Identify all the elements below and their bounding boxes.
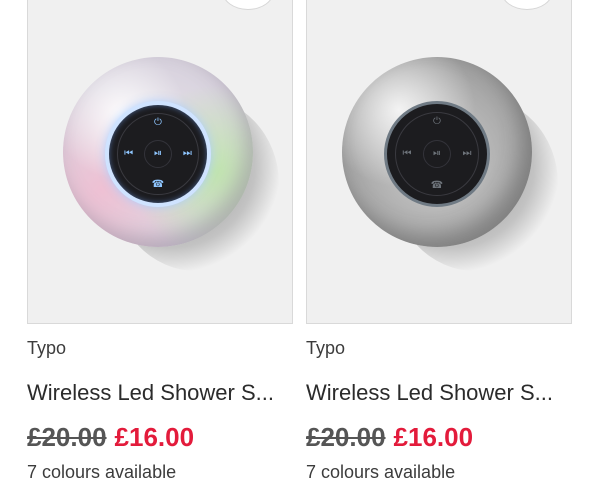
original-price: £20.00: [306, 422, 386, 452]
wishlist-button[interactable]: [222, 0, 274, 10]
speaker-silver: ⏻ ⏮ ⏯ ⏭ ☎: [342, 57, 532, 247]
call-icon: ☎: [430, 180, 444, 191]
product-name[interactable]: Wireless Led Shower S...: [306, 380, 572, 406]
product-brand: Typo: [306, 338, 346, 358]
product-card[interactable]: ⏻ ⏮ ⏯ ⏭ ☎ Typo Wireless Led Shower S... …: [27, 0, 293, 482]
next-icon: ⏭: [462, 148, 472, 159]
sale-price: £16.00: [393, 422, 474, 452]
call-icon: ☎: [151, 179, 165, 191]
wishlist-button[interactable]: [501, 0, 553, 10]
play-pause-icon: ⏯: [433, 148, 441, 159]
original-price: £20.00: [27, 422, 107, 452]
previous-icon: ⏮: [402, 148, 412, 159]
power-icon: ⏻: [154, 116, 162, 128]
product-image[interactable]: ⏻ ⏮ ⏯ ⏭ ☎: [306, 0, 572, 324]
speaker-iridescent: ⏻ ⏮ ⏯ ⏭ ☎: [63, 57, 253, 247]
power-icon: ⏻: [433, 116, 441, 127]
next-icon: ⏭: [182, 148, 192, 159]
sale-price: £16.00: [114, 422, 195, 452]
control-pad: ⏻ ⏮ ⏯ ⏭ ☎: [105, 101, 211, 207]
price-row: £20.00 £16.00: [306, 422, 473, 453]
product-name[interactable]: Wireless Led Shower S...: [27, 380, 293, 406]
product-image[interactable]: ⏻ ⏮ ⏯ ⏭ ☎: [27, 0, 293, 324]
colour-count: 7 colours available: [306, 462, 456, 482]
control-pad: ⏻ ⏮ ⏯ ⏭ ☎: [384, 101, 490, 207]
play-pause-icon: ⏯: [154, 148, 162, 159]
previous-icon: ⏮: [124, 148, 134, 159]
colour-count: 7 colours available: [27, 462, 177, 482]
price-row: £20.00 £16.00: [27, 422, 194, 453]
product-brand: Typo: [27, 338, 67, 358]
product-card[interactable]: ⏻ ⏮ ⏯ ⏭ ☎ Typo Wireless Led Shower S... …: [306, 0, 572, 482]
